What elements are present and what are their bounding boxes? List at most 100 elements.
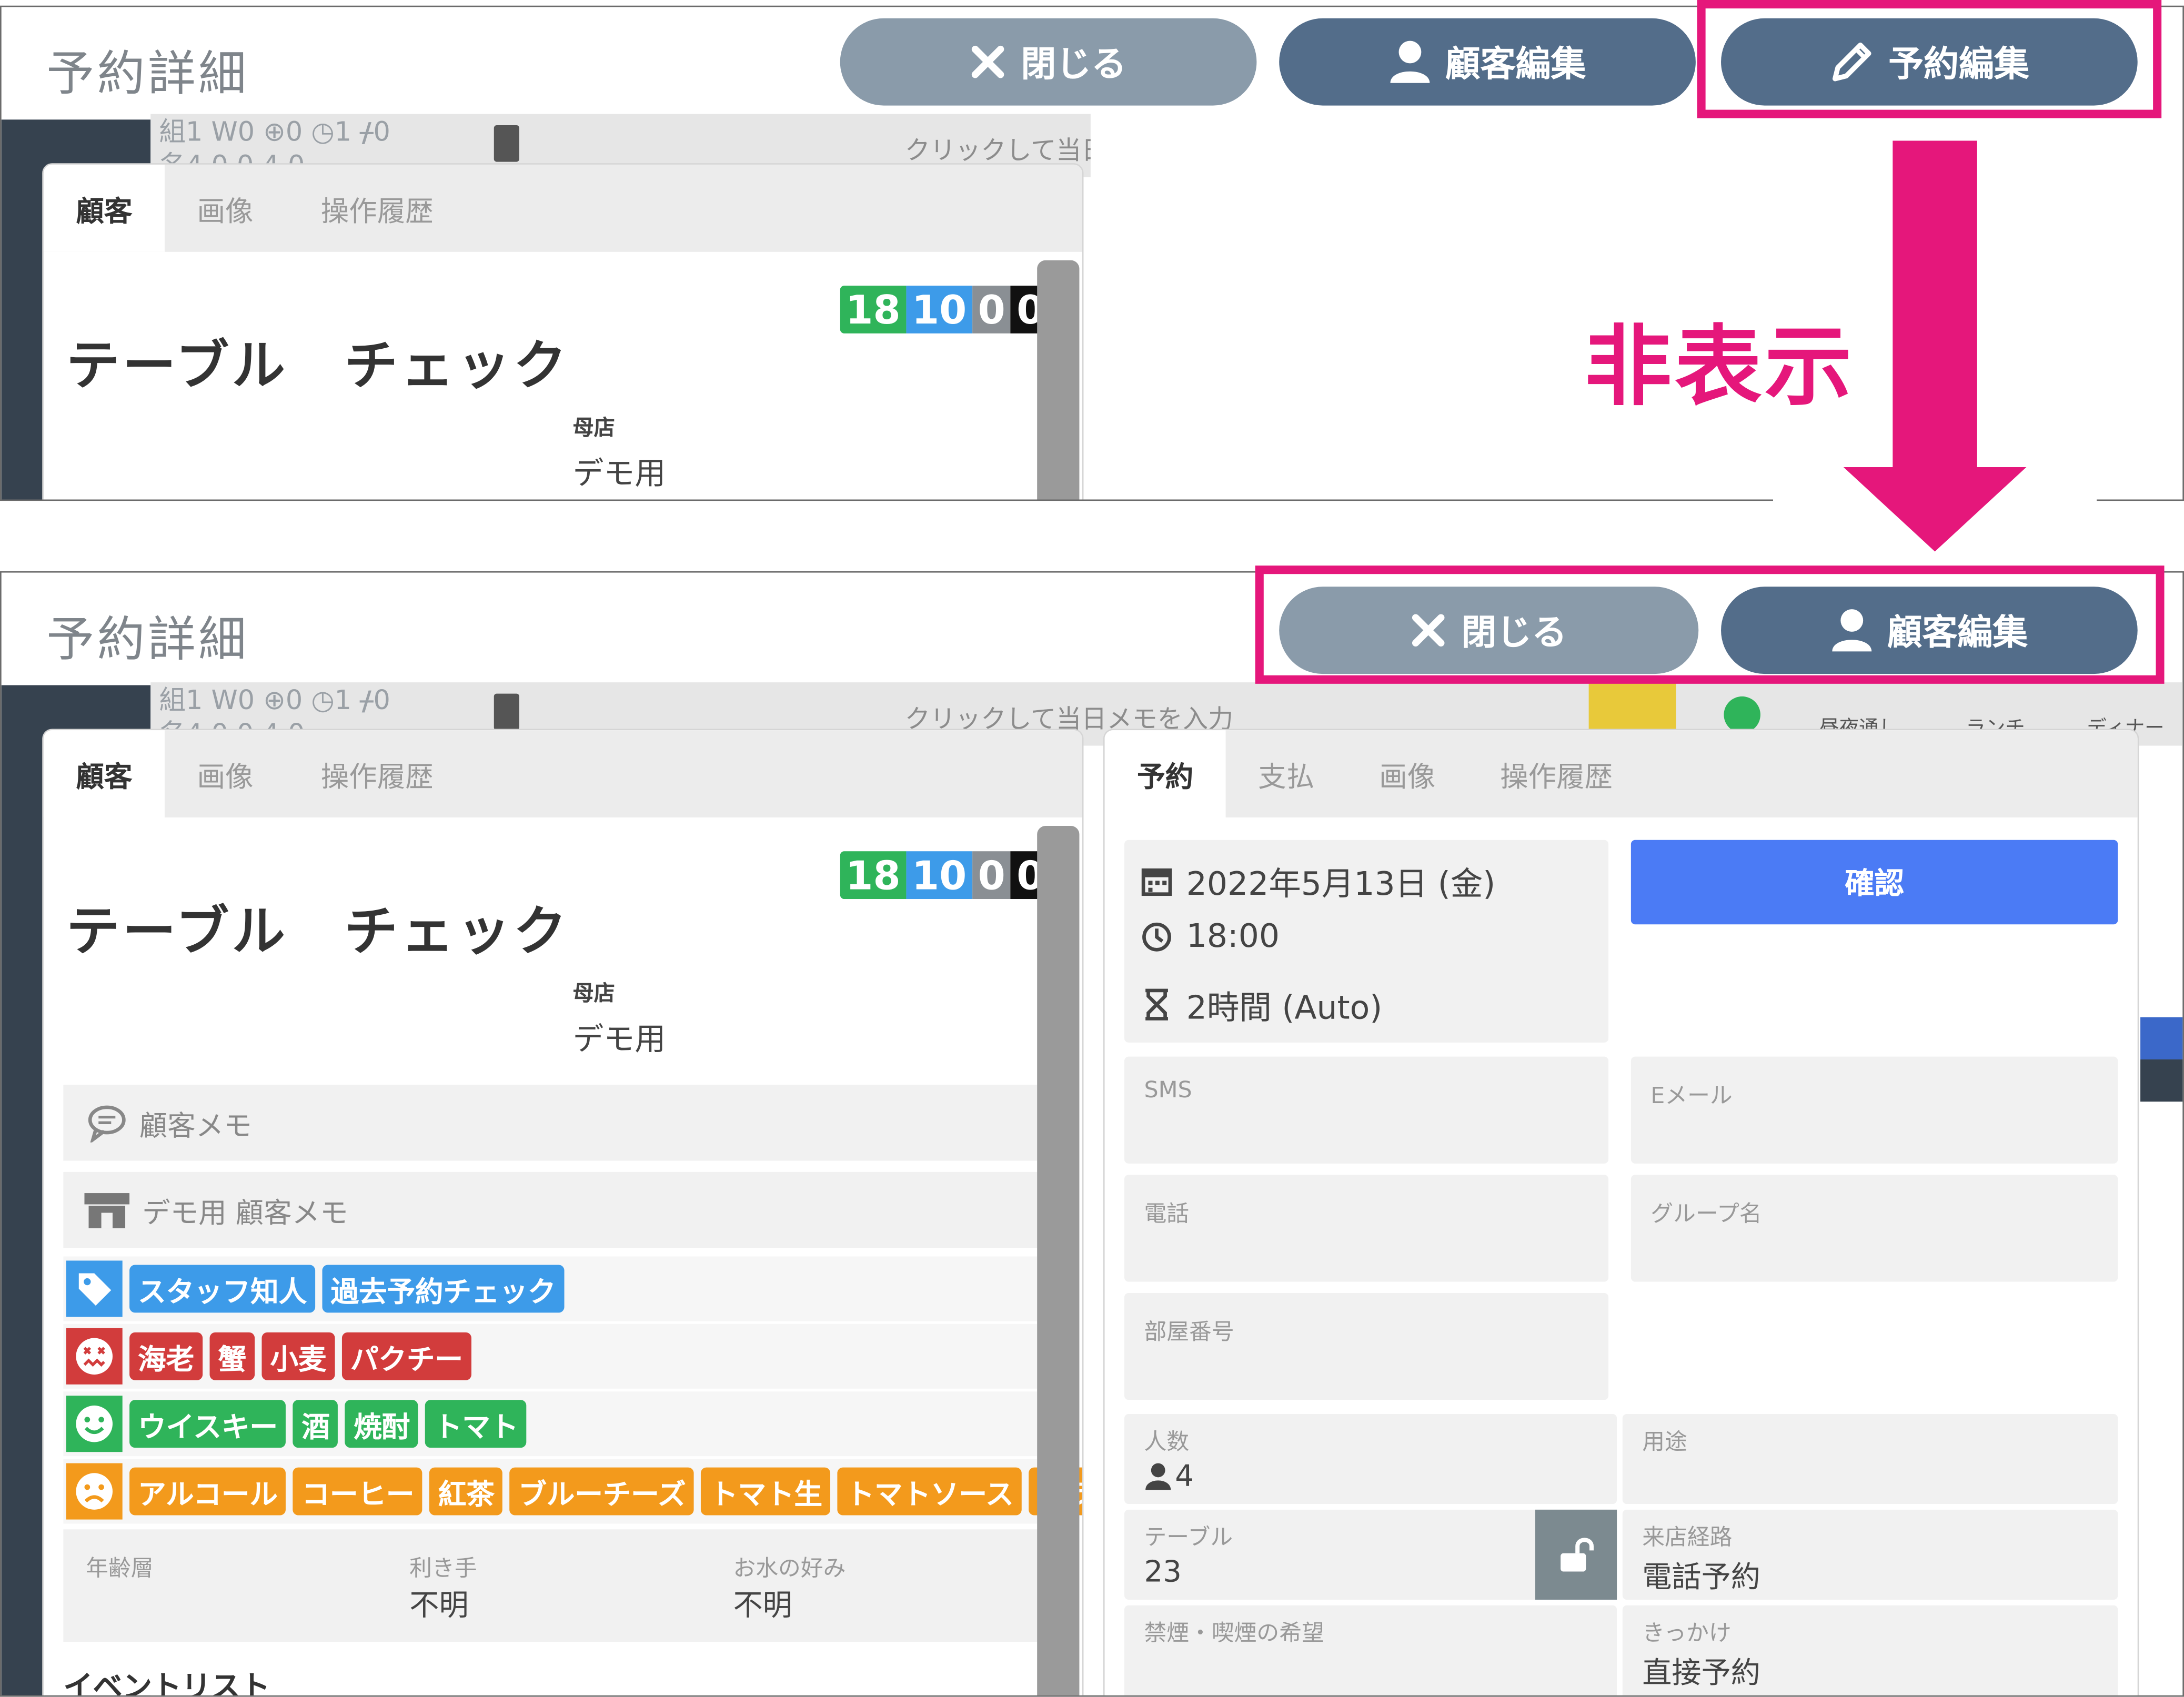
room-number-field[interactable]: 部屋番号 [1124, 1292, 1609, 1400]
background-dark-edge [2140, 1059, 2183, 1102]
group-name-field[interactable]: グループ名 [1631, 1175, 2118, 1282]
smile-face-icon [66, 1396, 123, 1452]
water-preference-value: 不明 [733, 1588, 792, 1622]
customer-edit-label: 顧客編集 [1445, 43, 1586, 85]
dominant-hand-value: 不明 [409, 1588, 469, 1622]
tag-item: コーヒー [293, 1467, 423, 1516]
sms-field[interactable]: SMS [1124, 1056, 1609, 1164]
confirm-button[interactable]: 確認 [1631, 840, 2118, 925]
tag-group-staff: スタッフ知人 過去予約チェック [66, 1260, 565, 1317]
memo-hint: クリックして当日 [904, 136, 1091, 166]
reservation-panel: 予約 支払 画像 操作履歴 2022年5月13日 (金) 18:00 2時間 (… [1104, 730, 2138, 1695]
clock-icon [1142, 922, 1171, 952]
table-lock-button[interactable] [1535, 1509, 1617, 1600]
trigger-field[interactable]: きっかけ 直接予約 [1622, 1605, 2118, 1695]
people-field[interactable]: 人数 4 [1124, 1413, 1617, 1504]
dominant-hand-label: 利き手 [409, 1554, 477, 1582]
home-store-label: 母店 [572, 415, 615, 441]
page-title: 予約詳細 [46, 612, 249, 669]
tag-group-allergy: 海老 蟹 小麦 パクチー [66, 1328, 471, 1385]
tab-images[interactable]: 画像 [165, 730, 286, 817]
globe-icon [1724, 696, 1760, 733]
customer-name: テーブル チェック [66, 335, 570, 397]
badge-green: 18 [840, 285, 907, 334]
clipboard-icon [494, 693, 519, 731]
trigger-label: きっかけ [1642, 1619, 1732, 1647]
badge-blue: 10 [906, 285, 972, 334]
tab-customer[interactable]: 顧客 [43, 730, 165, 817]
email-field[interactable]: Eメール [1631, 1056, 2118, 1164]
time-line: 18:00 [1141, 918, 1280, 956]
badge-green: 18 [840, 851, 907, 900]
age-group-label: 年齢層 [86, 1554, 154, 1582]
badge-gray: 0 [972, 851, 1011, 900]
customer-panel: 顧客 画像 操作履歴 テーブル チェック 18 10 0 0 母店 デモ用 [43, 164, 1082, 500]
phone-field[interactable]: 電話 [1124, 1175, 1609, 1282]
group-name-label: グループ名 [1650, 1200, 1762, 1227]
visit-route-label: 来店経路 [1642, 1523, 1733, 1551]
bottom-screenshot: 予約詳細 閉じる 顧客編集 組1 W0 ⊕0 ◷1 ᚋ0 名4 0 0 4 0 … [0, 571, 2184, 1697]
tag-item: トマトソース [838, 1467, 1022, 1516]
tag-group-dislikes: アルコール コーヒー 紅茶 ブルーチーズ トマト生 トマトソース サラダ [66, 1463, 1082, 1520]
sms-label: SMS [1144, 1076, 1192, 1103]
tab-history[interactable]: 操作履歴 [300, 730, 455, 817]
tag-item: 酒 [293, 1400, 338, 1448]
water-preference-label: お水の好み [733, 1554, 846, 1582]
tag-icon [66, 1260, 123, 1317]
phone-label: 電話 [1144, 1200, 1190, 1227]
date-value: 2022年5月13日 (金) [1186, 866, 1496, 904]
highlight-reservation-edit [1697, 0, 2162, 118]
tag-item: 過去予約チェック [322, 1265, 565, 1313]
tab-payment[interactable]: 支払 [1226, 730, 1347, 817]
tag-item: パクチー [341, 1332, 471, 1380]
datetime-box[interactable]: 2022年5月13日 (金) 18:00 2時間 (Auto) [1124, 840, 1609, 1043]
tag-item: トマト生 [701, 1467, 831, 1516]
smoking-label: 禁煙・喫煙の希望 [1144, 1619, 1324, 1647]
people-value: 4 [1175, 1459, 1194, 1493]
customer-edit-button[interactable]: 顧客編集 [1279, 18, 1696, 106]
people-line: 4 [1144, 1459, 1194, 1493]
visit-badges: 18 10 0 0 [840, 851, 1050, 900]
home-store-label: 母店 [572, 981, 615, 1006]
room-number-label: 部屋番号 [1144, 1318, 1234, 1345]
visit-route-field[interactable]: 来店経路 電話予約 [1622, 1509, 2118, 1600]
tag-item: 海老 [129, 1332, 203, 1380]
tab-images[interactable]: 画像 [1347, 730, 1468, 817]
frown-face-icon [66, 1463, 123, 1520]
close-button[interactable]: 閉じる [840, 18, 1257, 106]
email-label: Eメール [1650, 1082, 1733, 1109]
badge-blue: 10 [906, 851, 972, 900]
store-memo-row[interactable]: デモ用 顧客メモ [63, 1171, 1038, 1248]
visit-badges: 18 10 0 0 [840, 285, 1050, 334]
scrollbar[interactable] [1037, 825, 1080, 1695]
event-list-heading: イベントリスト [63, 1670, 270, 1697]
tag-item: トマト [425, 1400, 527, 1448]
tag-item: 焼酎 [345, 1400, 419, 1448]
scrollbar[interactable] [1037, 260, 1080, 500]
panel-tabbar: 予約 支払 画像 操作履歴 [1104, 730, 2138, 817]
user-icon [1390, 41, 1430, 83]
tab-history[interactable]: 操作履歴 [1479, 730, 1634, 817]
visit-route-value: 電話予約 [1642, 1560, 1760, 1594]
tab-customer[interactable]: 顧客 [43, 164, 165, 252]
tag-item: 紅茶 [429, 1467, 503, 1516]
close-icon [972, 45, 1005, 78]
date-line: 2022年5月13日 (金) [1141, 857, 1495, 905]
tag-group-likes: ウイスキー 酒 焼酎 トマト [66, 1396, 527, 1452]
tag-item: スタッフ知人 [129, 1265, 316, 1313]
tab-history[interactable]: 操作履歴 [300, 165, 455, 252]
purpose-field[interactable]: 用途 [1622, 1413, 2118, 1504]
badge-gray: 0 [972, 285, 1011, 334]
table-field[interactable]: テーブル 23 [1124, 1509, 1617, 1600]
tab-images[interactable]: 画像 [165, 165, 286, 252]
tab-reservation[interactable]: 予約 [1104, 730, 1226, 817]
customer-memo-row[interactable]: 顧客メモ [63, 1085, 1038, 1161]
smoking-field[interactable]: 禁煙・喫煙の希望 [1124, 1605, 1617, 1695]
close-label: 閉じる [1021, 43, 1127, 85]
customer-panel: 顧客 画像 操作履歴 テーブル チェック 18 10 0 0 母店 デモ用 顧客… [43, 730, 1082, 1697]
panel-tabbar: 顧客 画像 操作履歴 [43, 164, 1082, 252]
clipboard-icon [494, 125, 519, 162]
calendar-icon [1141, 868, 1172, 896]
time-value: 18:00 [1186, 918, 1280, 956]
duration-line: 2時間 (Auto) [1141, 981, 1382, 1028]
